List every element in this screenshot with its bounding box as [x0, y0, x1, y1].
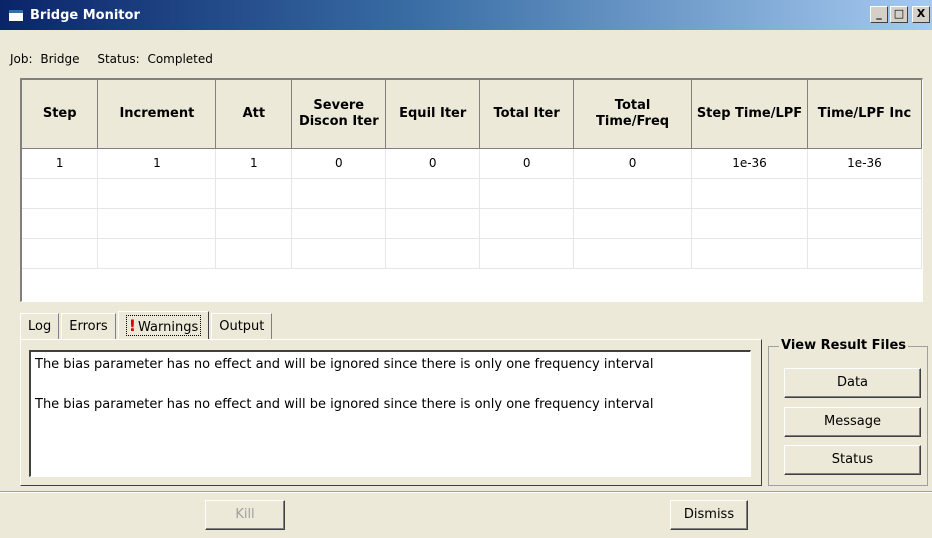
warnings-text-area[interactable]: The bias parameter has no effect and wil…	[29, 350, 751, 477]
column-header[interactable]: Att	[215, 80, 293, 149]
tab-label: Warnings	[138, 320, 199, 335]
tab-log[interactable]: Log	[20, 313, 60, 339]
table-cell: 1e-36	[691, 148, 808, 179]
column-header[interactable]: Severe Discon Iter	[291, 80, 387, 149]
group-title: View Result Files	[779, 338, 909, 353]
warning-message: The bias parameter has no effect and wil…	[35, 397, 654, 412]
tab-label: Errors	[69, 319, 108, 334]
view-result-files-group: View Result Files Data Message Status	[768, 338, 928, 486]
table-cell: 0	[479, 148, 575, 179]
tab-warnings[interactable]: ! Warnings	[117, 311, 210, 339]
table-cell: 0	[385, 148, 481, 179]
column-header[interactable]: Step	[22, 80, 99, 149]
tab-focus-box: ! Warnings	[125, 315, 202, 336]
table-cell: 1	[22, 148, 99, 179]
job-value: Bridge	[40, 52, 80, 66]
window-controls: _ □ X	[870, 6, 930, 23]
job-status-line: Job: Bridge Status: Completed	[10, 52, 213, 66]
table-cell: 1	[97, 148, 217, 179]
table-row[interactable]: 1 1 1 0 0 0 0 1e-36 1e-36	[22, 148, 923, 179]
column-header[interactable]: Time/LPF Inc	[807, 80, 923, 149]
job-label: Job:	[10, 52, 33, 66]
empty-table-row	[22, 178, 923, 209]
bottom-separator	[0, 491, 932, 493]
table-cell: 1	[215, 148, 293, 179]
app-window-icon	[8, 8, 24, 22]
warnings-panel: The bias parameter has no effect and wil…	[20, 339, 762, 486]
minimize-button[interactable]: _	[870, 6, 888, 23]
maximize-button[interactable]: □	[890, 6, 908, 23]
status-label: Status:	[97, 52, 140, 66]
table-cell: 1e-36	[807, 148, 923, 179]
message-button[interactable]: Message	[784, 407, 921, 437]
tab-output[interactable]: Output	[211, 313, 273, 339]
column-header[interactable]: Total Time/Freq	[573, 80, 693, 149]
warning-message: The bias parameter has no effect and wil…	[35, 357, 654, 372]
status-button[interactable]: Status	[784, 445, 921, 475]
table-cell: 0	[573, 148, 693, 179]
progress-grid: Step Increment Att Severe Discon Iter Eq…	[22, 80, 923, 269]
column-header[interactable]: Increment	[97, 80, 217, 149]
tab-label: Log	[28, 319, 52, 334]
title-bar[interactable]: Bridge Monitor _ □ X	[0, 0, 932, 30]
data-button[interactable]: Data	[784, 368, 921, 398]
empty-table-row	[22, 208, 923, 239]
table-header-row: Step Increment Att Severe Discon Iter Eq…	[22, 80, 923, 149]
kill-button[interactable]: Kill	[205, 500, 285, 530]
empty-table-row	[22, 238, 923, 269]
message-tabs: Log Errors ! Warnings Output	[20, 311, 274, 339]
column-header[interactable]: Step Time/LPF	[691, 80, 808, 149]
column-header[interactable]: Equil Iter	[385, 80, 481, 149]
tab-label: Output	[219, 319, 265, 334]
column-header[interactable]: Total Iter	[479, 80, 575, 149]
dismiss-button[interactable]: Dismiss	[670, 500, 748, 530]
exclamation-icon: !	[128, 316, 136, 335]
tab-errors[interactable]: Errors	[61, 313, 116, 339]
window-title: Bridge Monitor	[30, 7, 140, 23]
progress-table[interactable]: Step Increment Att Severe Discon Iter Eq…	[20, 78, 923, 302]
close-button[interactable]: X	[912, 6, 930, 23]
status-value: Completed	[147, 52, 213, 66]
table-cell: 0	[291, 148, 387, 179]
